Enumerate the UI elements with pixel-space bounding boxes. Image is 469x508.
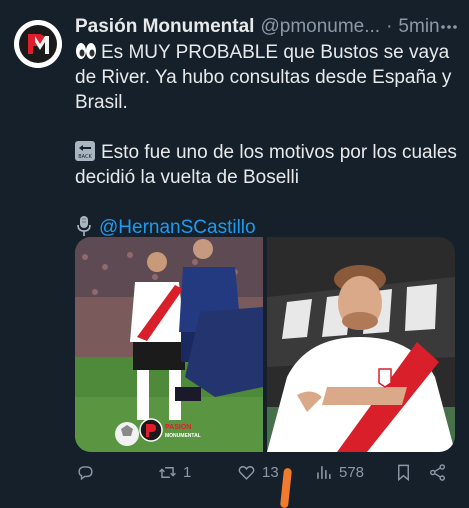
tweet-line-1: Es MUY PROBABLE que Bustos se vaya de Ri… — [75, 42, 452, 113]
reply-button[interactable] — [76, 463, 101, 482]
share-button[interactable] — [428, 463, 447, 482]
svg-text:MONUMENTAL: MONUMENTAL — [165, 433, 201, 439]
more-icon[interactable] — [438, 16, 460, 38]
tweet-paragraph-1: Es MUY PROBABLE que Bustos se vaya de Ri… — [75, 40, 460, 115]
svg-text:BACK: BACK — [78, 154, 92, 160]
retweet-button[interactable]: 1 — [158, 463, 191, 482]
reply-icon — [78, 466, 93, 481]
author-handle[interactable]: @pmonume... — [260, 16, 380, 38]
pasion-monumental-logo-icon — [14, 20, 62, 68]
author-name[interactable]: Pasión Monumental — [75, 16, 254, 38]
bookmark-button[interactable] — [394, 463, 413, 482]
like-count: 13 — [262, 464, 279, 481]
retweet-icon — [159, 467, 176, 478]
microphone-emoji-icon — [77, 216, 91, 236]
views-count: 578 — [339, 464, 365, 481]
like-button[interactable]: 13 — [237, 463, 279, 482]
share-icon — [429, 464, 446, 481]
tweet-text: Es MUY PROBABLE que Bustos se vaya de Ri… — [75, 40, 460, 240]
views-chart-icon — [317, 466, 331, 479]
tweet-paragraph-2: BACK Esto fue uno de los motivos por los… — [75, 140, 460, 190]
timestamp[interactable]: 5min — [398, 16, 439, 38]
views-button[interactable]: 578 — [314, 463, 364, 482]
eyes-emoji-icon — [76, 43, 96, 59]
action-bar: 1 13 578 — [72, 460, 457, 488]
svg-text:PASIÓN: PASIÓN — [165, 422, 191, 431]
mention-link[interactable]: @HernanSCastillo — [99, 217, 256, 238]
photo-match-action[interactable]: PASIÓN MONUMENTAL — [75, 237, 263, 452]
tweet-card[interactable]: Pasión Monumental @pmonume... · 5min Es … — [0, 0, 469, 508]
back-arrow-emoji-icon: BACK — [75, 141, 95, 161]
separator-dot: · — [386, 16, 393, 37]
tweet-header: Pasión Monumental @pmonume... · 5min — [75, 14, 460, 40]
tweet-line-2: Esto fue uno de los motivos por los cual… — [75, 142, 457, 188]
media-grid: PASIÓN MONUMENTAL — [75, 237, 455, 452]
photo-player-portrait[interactable] — [267, 237, 455, 452]
heart-icon — [238, 466, 255, 480]
retweet-count: 1 — [183, 464, 192, 481]
bookmark-icon — [398, 464, 409, 482]
avatar[interactable] — [14, 20, 62, 68]
